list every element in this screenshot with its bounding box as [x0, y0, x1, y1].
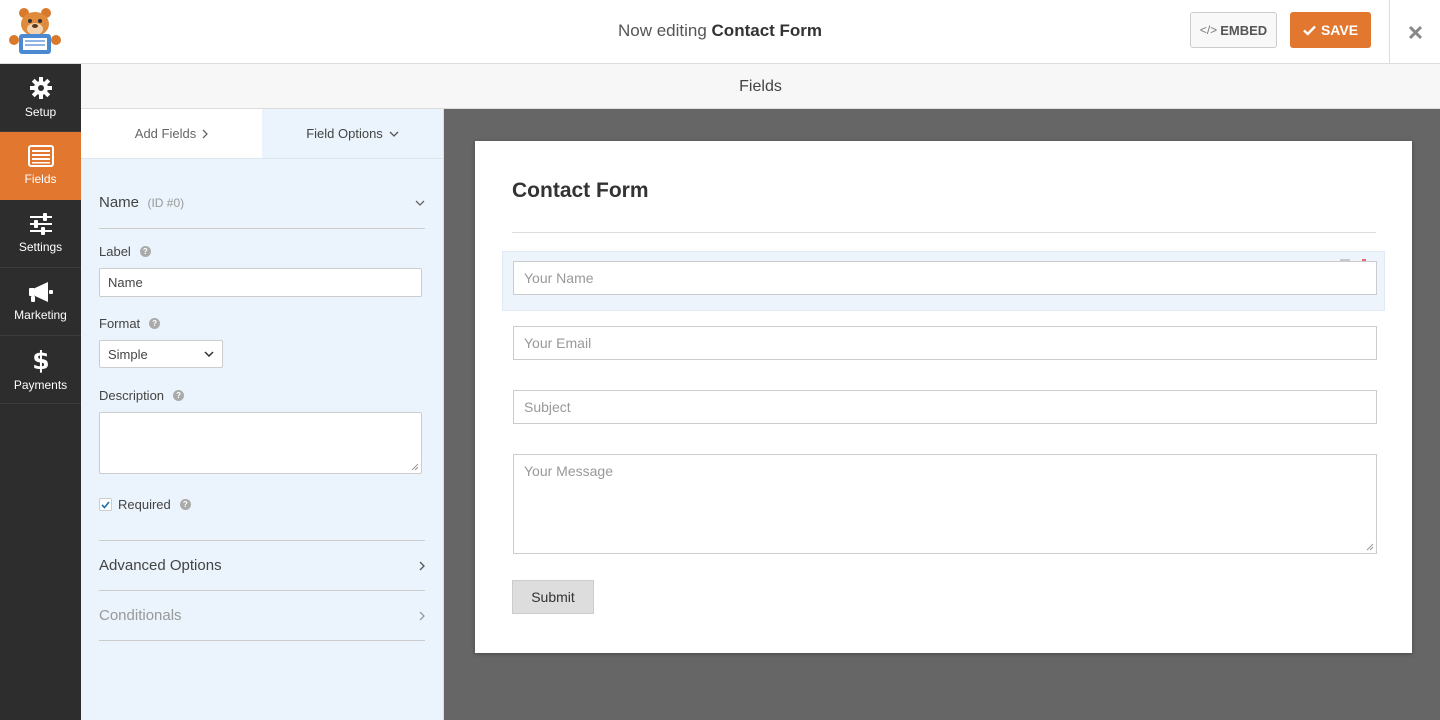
save-button[interactable]: SAVE	[1290, 12, 1371, 48]
field-options-header[interactable]: Name (ID #0)	[99, 194, 425, 229]
field-id: (ID #0)	[147, 196, 185, 210]
resize-grip-icon[interactable]	[1366, 543, 1374, 551]
message-field[interactable]: Your Message	[513, 454, 1377, 554]
chevron-down-icon	[204, 351, 214, 357]
conditionals-toggle[interactable]: Conditionals	[99, 590, 425, 640]
form-preview: Contact Form Your Name Your Email Subjec…	[475, 141, 1412, 653]
dollar-icon: $	[33, 347, 49, 373]
advanced-options-label: Advanced Options	[99, 557, 222, 574]
required-label: Required	[118, 497, 171, 512]
sidebar-item-label: Settings	[18, 240, 63, 254]
field-name: Name	[99, 194, 140, 211]
tab-label: Add Fields	[134, 126, 197, 141]
editing-form-name: Contact Form	[711, 21, 823, 40]
chevron-right-icon	[419, 611, 425, 620]
sidebar-item-setup[interactable]: Setup	[0, 64, 81, 132]
section-title: Fields	[81, 64, 1440, 109]
embed-label: EMBED	[1220, 22, 1268, 38]
conditionals-label: Conditionals	[99, 607, 182, 624]
editing-prefix: Now editing	[617, 21, 707, 40]
sidebar-item-marketing[interactable]: Marketing	[0, 268, 81, 336]
sidebar-item-label: Payments	[13, 378, 68, 392]
sidebar-item-fields[interactable]: Fields	[0, 132, 81, 200]
tab-add-fields[interactable]: Add Fields	[81, 109, 262, 158]
description-option-label: Description	[99, 388, 165, 403]
panel-tabs: Add Fields Field Options	[81, 109, 443, 159]
description-option: Description ?	[99, 388, 425, 403]
chevron-right-icon	[419, 561, 425, 570]
megaphone-icon	[28, 282, 53, 302]
close-button[interactable]	[1389, 0, 1440, 64]
label-input[interactable]: Name	[99, 268, 422, 297]
sidebar-nav: Setup Fields Settings Marketing $ Paymen…	[0, 64, 81, 720]
list-icon	[27, 145, 54, 167]
form-title[interactable]: Contact Form	[512, 179, 649, 203]
check-icon	[101, 500, 110, 509]
sidebar-item-label: Marketing	[14, 308, 67, 322]
format-option: Format ?	[99, 316, 425, 331]
tab-label: Field Options	[306, 126, 383, 141]
top-bar: Now editing Contact Form </> EMBED SAVE	[0, 0, 1440, 64]
email-field[interactable]: Your Email	[513, 326, 1377, 360]
sidebar-item-settings[interactable]: Settings	[0, 200, 81, 268]
label-option: Label ?	[99, 244, 425, 259]
format-select-value: Simple	[108, 346, 148, 362]
chevron-down-icon	[415, 200, 425, 206]
label-option-label: Label	[99, 244, 131, 259]
svg-text:$: $	[33, 347, 49, 373]
divider	[99, 640, 425, 641]
submit-button[interactable]: Submit	[512, 580, 594, 614]
help-icon[interactable]: ?	[149, 318, 161, 329]
message-placeholder: Your Message	[524, 463, 613, 479]
embed-button[interactable]: </> EMBED	[1190, 12, 1277, 48]
save-label: SAVE	[1320, 22, 1359, 38]
check-icon	[1303, 25, 1316, 36]
divider	[512, 232, 1376, 233]
required-checkbox[interactable]	[99, 498, 112, 511]
tab-field-options[interactable]: Field Options	[262, 109, 443, 158]
form-preview-canvas: Contact Form Your Name Your Email Subjec…	[444, 109, 1440, 720]
help-icon[interactable]: ?	[139, 246, 151, 257]
field-options-panel: Add Fields Field Options Name (ID #0) La…	[81, 109, 444, 720]
name-field[interactable]: Your Name	[513, 261, 1377, 295]
format-select[interactable]: Simple	[99, 340, 223, 368]
subject-field[interactable]: Subject	[513, 390, 1377, 424]
sliders-icon	[29, 213, 52, 235]
description-textarea[interactable]	[99, 412, 422, 474]
format-option-label: Format	[99, 316, 141, 331]
gear-icon	[29, 77, 52, 99]
sidebar-item-payments[interactable]: $ Payments	[0, 336, 81, 404]
required-option: Required ?	[99, 497, 425, 512]
help-icon[interactable]: ?	[179, 499, 191, 510]
chevron-down-icon	[389, 131, 399, 137]
resize-grip-icon[interactable]	[411, 463, 419, 471]
code-icon: </>	[1199, 23, 1218, 37]
sidebar-item-label: Setup	[24, 105, 57, 119]
close-icon	[1408, 25, 1422, 39]
sidebar-item-label: Fields	[24, 172, 57, 186]
advanced-options-toggle[interactable]: Advanced Options	[99, 540, 425, 590]
chevron-right-icon	[202, 129, 209, 138]
help-icon[interactable]: ?	[173, 390, 185, 401]
